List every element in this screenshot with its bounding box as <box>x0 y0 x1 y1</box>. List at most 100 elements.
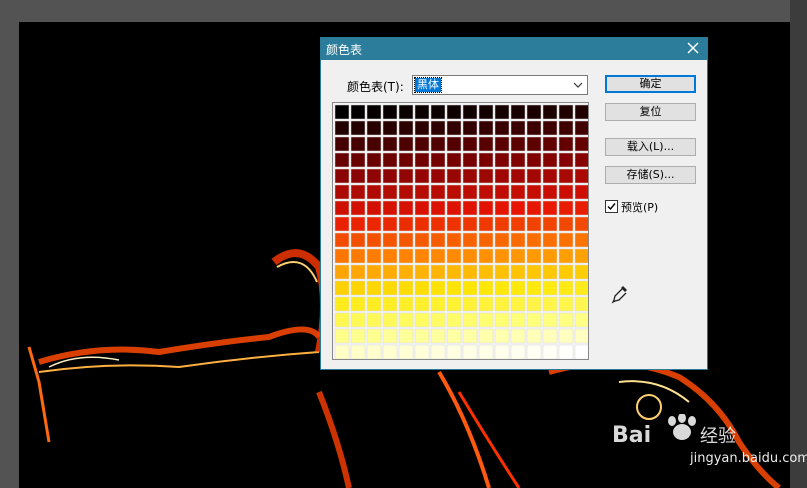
color-swatch[interactable] <box>462 200 478 216</box>
color-swatch[interactable] <box>382 136 398 152</box>
color-swatch[interactable] <box>478 264 494 280</box>
color-swatch[interactable] <box>542 120 558 136</box>
color-swatch[interactable] <box>398 280 414 296</box>
color-swatch[interactable] <box>430 216 446 232</box>
color-swatch[interactable] <box>382 280 398 296</box>
color-swatch[interactable] <box>334 312 350 328</box>
color-swatch[interactable] <box>398 136 414 152</box>
color-swatch[interactable] <box>398 168 414 184</box>
color-swatch[interactable] <box>366 216 382 232</box>
color-swatch[interactable] <box>334 200 350 216</box>
color-swatch[interactable] <box>558 136 574 152</box>
color-swatch[interactable] <box>558 200 574 216</box>
color-swatch[interactable] <box>462 280 478 296</box>
color-swatch[interactable] <box>526 136 542 152</box>
color-swatch[interactable] <box>462 312 478 328</box>
color-swatch[interactable] <box>446 200 462 216</box>
color-swatch[interactable] <box>350 200 366 216</box>
color-swatch[interactable] <box>510 184 526 200</box>
color-swatch[interactable] <box>558 152 574 168</box>
color-swatch[interactable] <box>446 104 462 120</box>
color-swatch[interactable] <box>366 184 382 200</box>
color-swatch[interactable] <box>558 232 574 248</box>
color-swatch[interactable] <box>382 104 398 120</box>
color-swatch[interactable] <box>366 200 382 216</box>
color-swatch[interactable] <box>398 120 414 136</box>
load-button[interactable]: 载入(L)... <box>605 138 696 156</box>
color-swatch[interactable] <box>558 168 574 184</box>
color-swatch[interactable] <box>510 296 526 312</box>
color-swatch[interactable] <box>494 104 510 120</box>
color-swatch[interactable] <box>494 136 510 152</box>
color-swatch[interactable] <box>366 264 382 280</box>
color-swatch[interactable] <box>430 248 446 264</box>
color-swatch[interactable] <box>446 312 462 328</box>
color-swatch[interactable] <box>350 344 366 359</box>
color-swatch[interactable] <box>494 296 510 312</box>
color-swatch[interactable] <box>334 264 350 280</box>
color-swatch[interactable] <box>382 168 398 184</box>
color-swatch[interactable] <box>398 248 414 264</box>
color-table-select[interactable]: 黑体 <box>412 75 588 95</box>
color-swatch[interactable] <box>510 264 526 280</box>
color-swatch[interactable] <box>382 328 398 344</box>
color-swatch[interactable] <box>526 104 542 120</box>
color-swatch[interactable] <box>446 120 462 136</box>
color-swatch[interactable] <box>430 104 446 120</box>
color-swatch[interactable] <box>446 328 462 344</box>
color-swatch[interactable] <box>542 216 558 232</box>
color-swatch[interactable] <box>366 152 382 168</box>
color-swatch[interactable] <box>542 232 558 248</box>
color-swatch[interactable] <box>558 248 574 264</box>
color-swatch[interactable] <box>526 312 542 328</box>
color-swatch[interactable] <box>542 152 558 168</box>
color-swatch[interactable] <box>398 264 414 280</box>
color-swatch[interactable] <box>366 280 382 296</box>
color-swatch[interactable] <box>414 264 430 280</box>
color-swatch[interactable] <box>574 264 588 280</box>
color-swatch[interactable] <box>494 168 510 184</box>
color-swatch[interactable] <box>462 328 478 344</box>
color-swatch[interactable] <box>478 216 494 232</box>
color-swatch[interactable] <box>558 280 574 296</box>
color-swatch[interactable] <box>414 104 430 120</box>
color-swatch[interactable] <box>462 264 478 280</box>
color-swatch[interactable] <box>478 152 494 168</box>
color-swatch[interactable] <box>366 120 382 136</box>
swatch-grid-svg[interactable] <box>333 103 588 359</box>
color-swatch[interactable] <box>526 232 542 248</box>
color-swatch[interactable] <box>462 296 478 312</box>
color-swatch[interactable] <box>558 120 574 136</box>
preview-checkbox[interactable] <box>605 200 618 213</box>
color-swatch[interactable] <box>430 152 446 168</box>
color-swatch[interactable] <box>510 216 526 232</box>
color-swatch[interactable] <box>494 328 510 344</box>
color-swatch[interactable] <box>526 296 542 312</box>
color-swatch-grid[interactable] <box>332 102 589 360</box>
color-swatch[interactable] <box>526 344 542 359</box>
color-swatch[interactable] <box>430 264 446 280</box>
color-swatch[interactable] <box>350 264 366 280</box>
color-swatch[interactable] <box>542 296 558 312</box>
color-swatch[interactable] <box>350 184 366 200</box>
color-swatch[interactable] <box>366 136 382 152</box>
color-swatch[interactable] <box>558 296 574 312</box>
color-swatch[interactable] <box>478 280 494 296</box>
color-swatch[interactable] <box>414 344 430 359</box>
color-swatch[interactable] <box>366 328 382 344</box>
color-swatch[interactable] <box>478 200 494 216</box>
color-swatch[interactable] <box>414 120 430 136</box>
color-swatch[interactable] <box>494 312 510 328</box>
color-swatch[interactable] <box>350 248 366 264</box>
eyedropper-icon[interactable] <box>611 284 629 304</box>
color-swatch[interactable] <box>510 280 526 296</box>
color-swatch[interactable] <box>542 344 558 359</box>
color-swatch[interactable] <box>334 136 350 152</box>
color-swatch[interactable] <box>398 296 414 312</box>
color-swatch[interactable] <box>398 312 414 328</box>
color-swatch[interactable] <box>430 136 446 152</box>
color-swatch[interactable] <box>510 104 526 120</box>
color-swatch[interactable] <box>478 232 494 248</box>
color-swatch[interactable] <box>558 264 574 280</box>
color-swatch[interactable] <box>494 232 510 248</box>
